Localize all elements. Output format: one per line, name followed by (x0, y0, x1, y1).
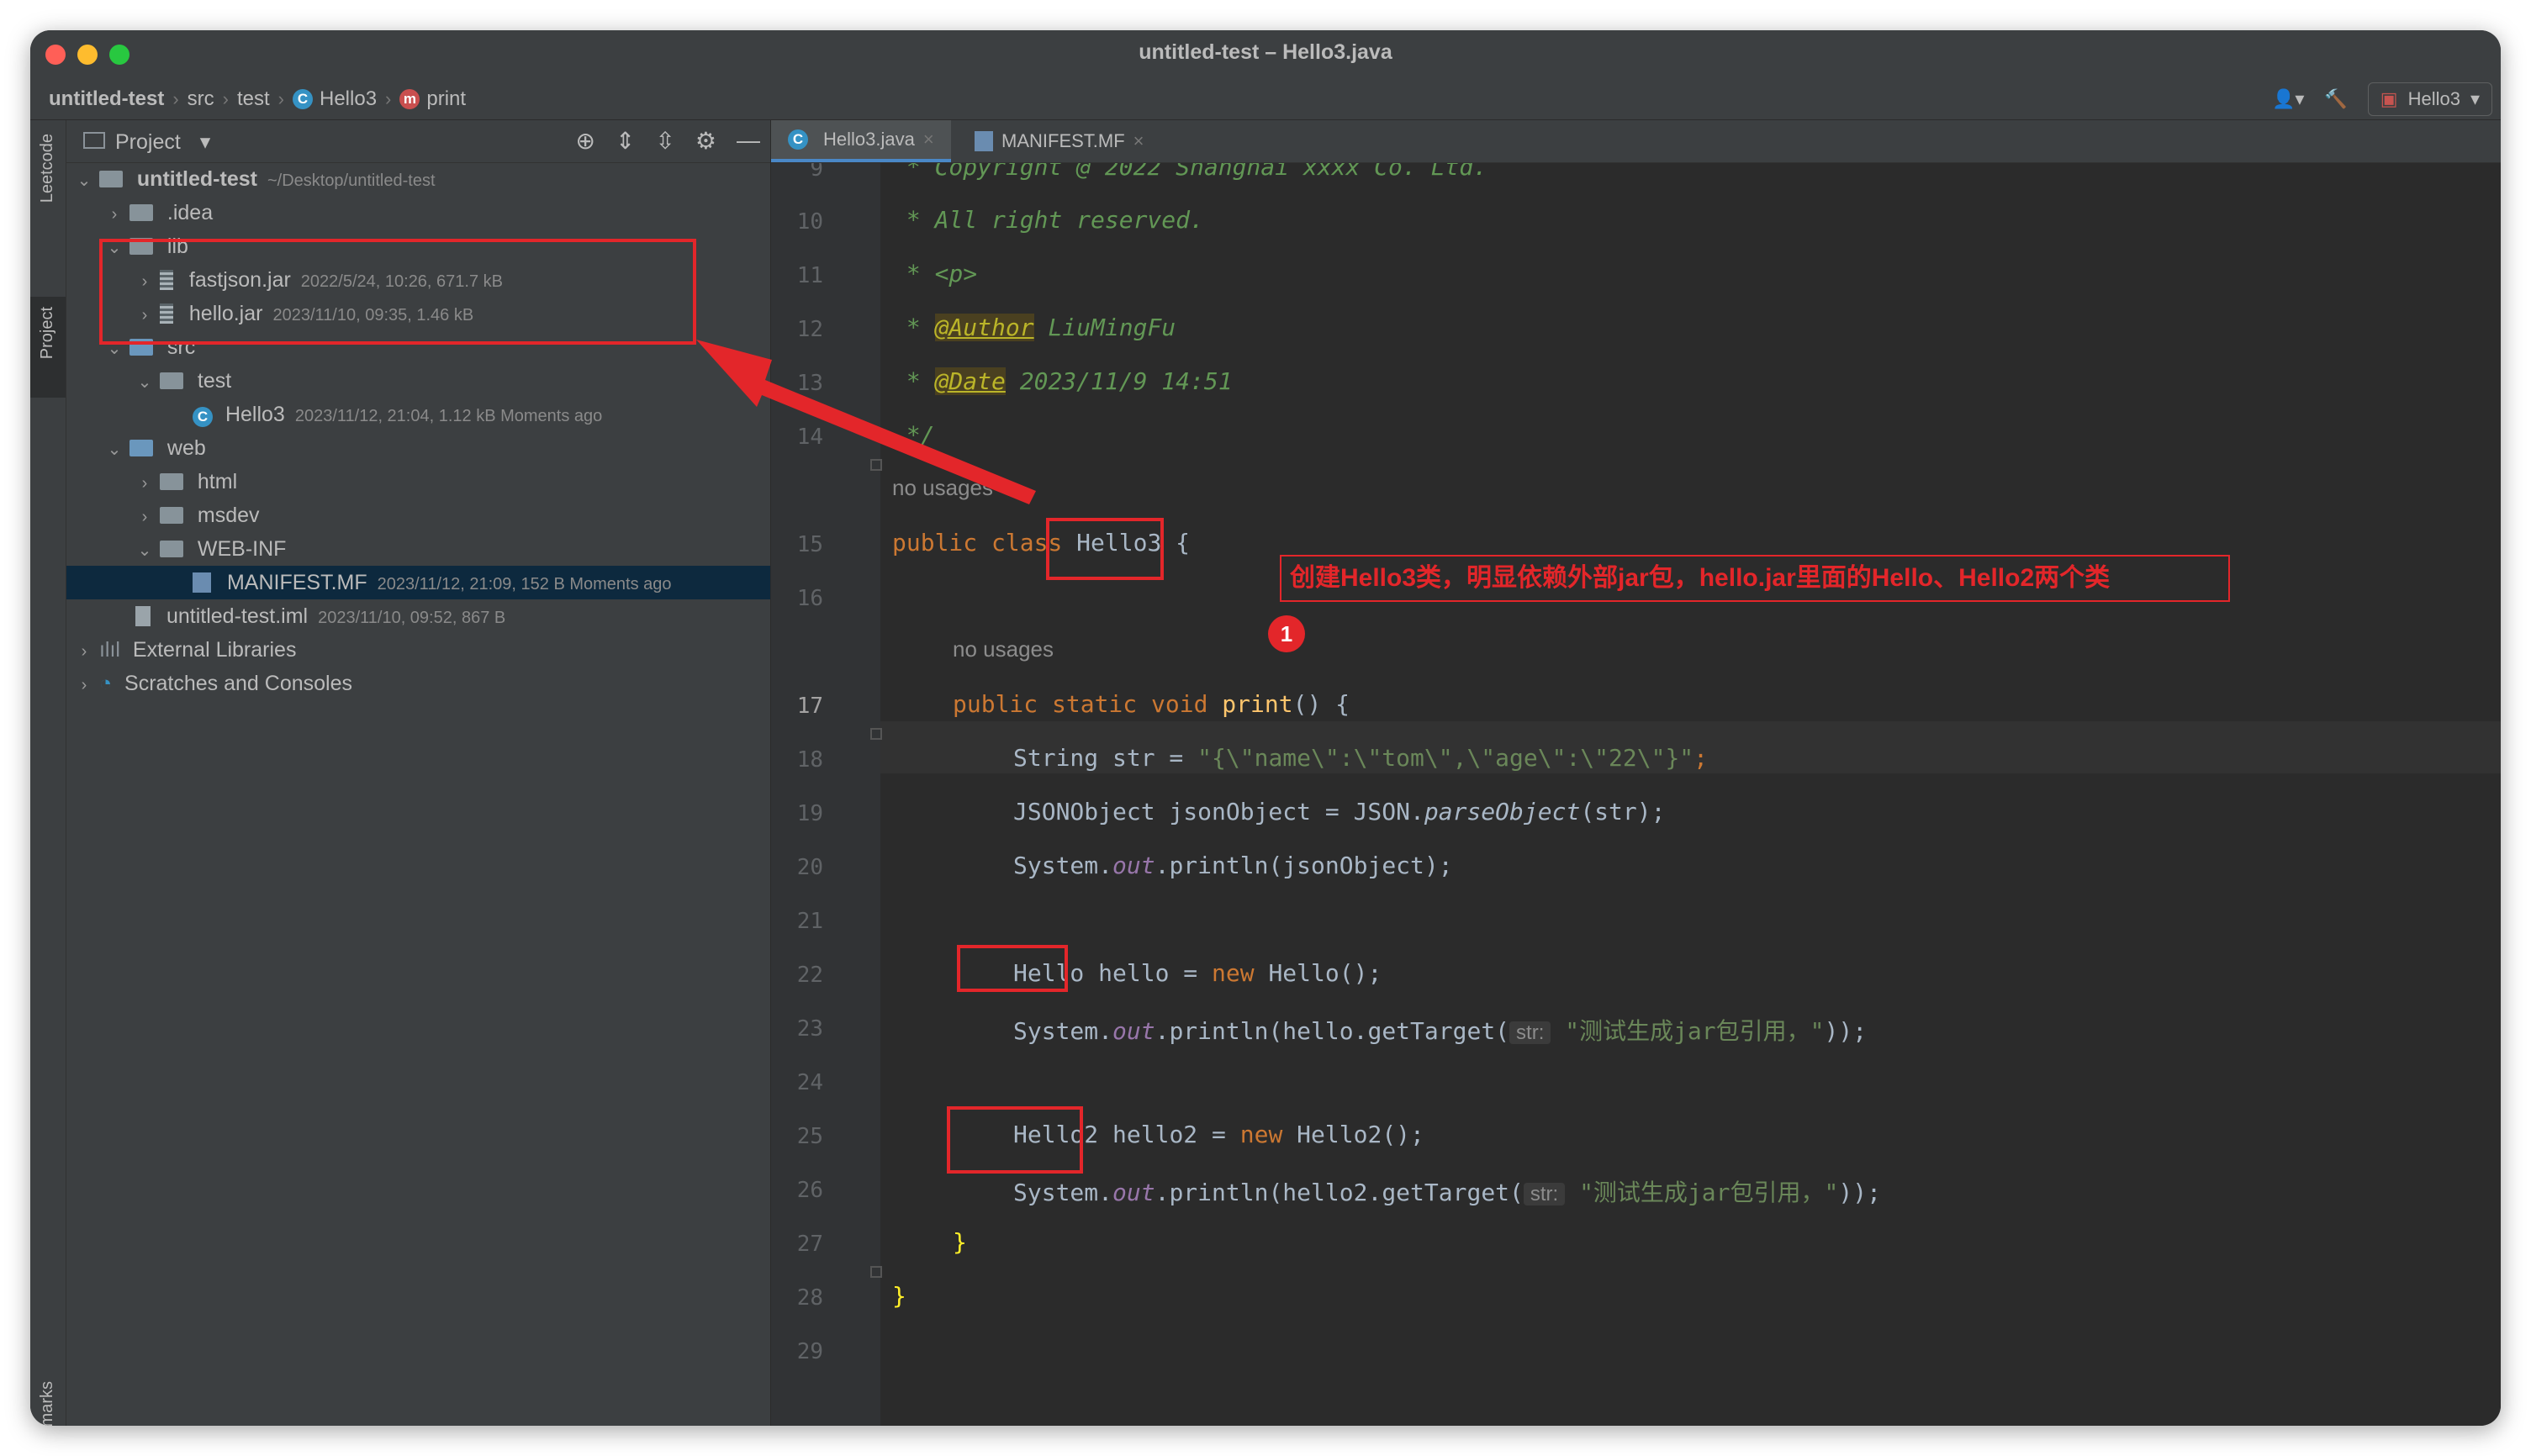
step-badge: 1 (1268, 615, 1305, 652)
arrow-shape (696, 340, 1036, 504)
annotation-arrow (696, 340, 1036, 504)
annotation-callout: 创建Hello3类，明显依赖外部jar包，hello.jar里面的Hello、H… (1280, 555, 2230, 602)
